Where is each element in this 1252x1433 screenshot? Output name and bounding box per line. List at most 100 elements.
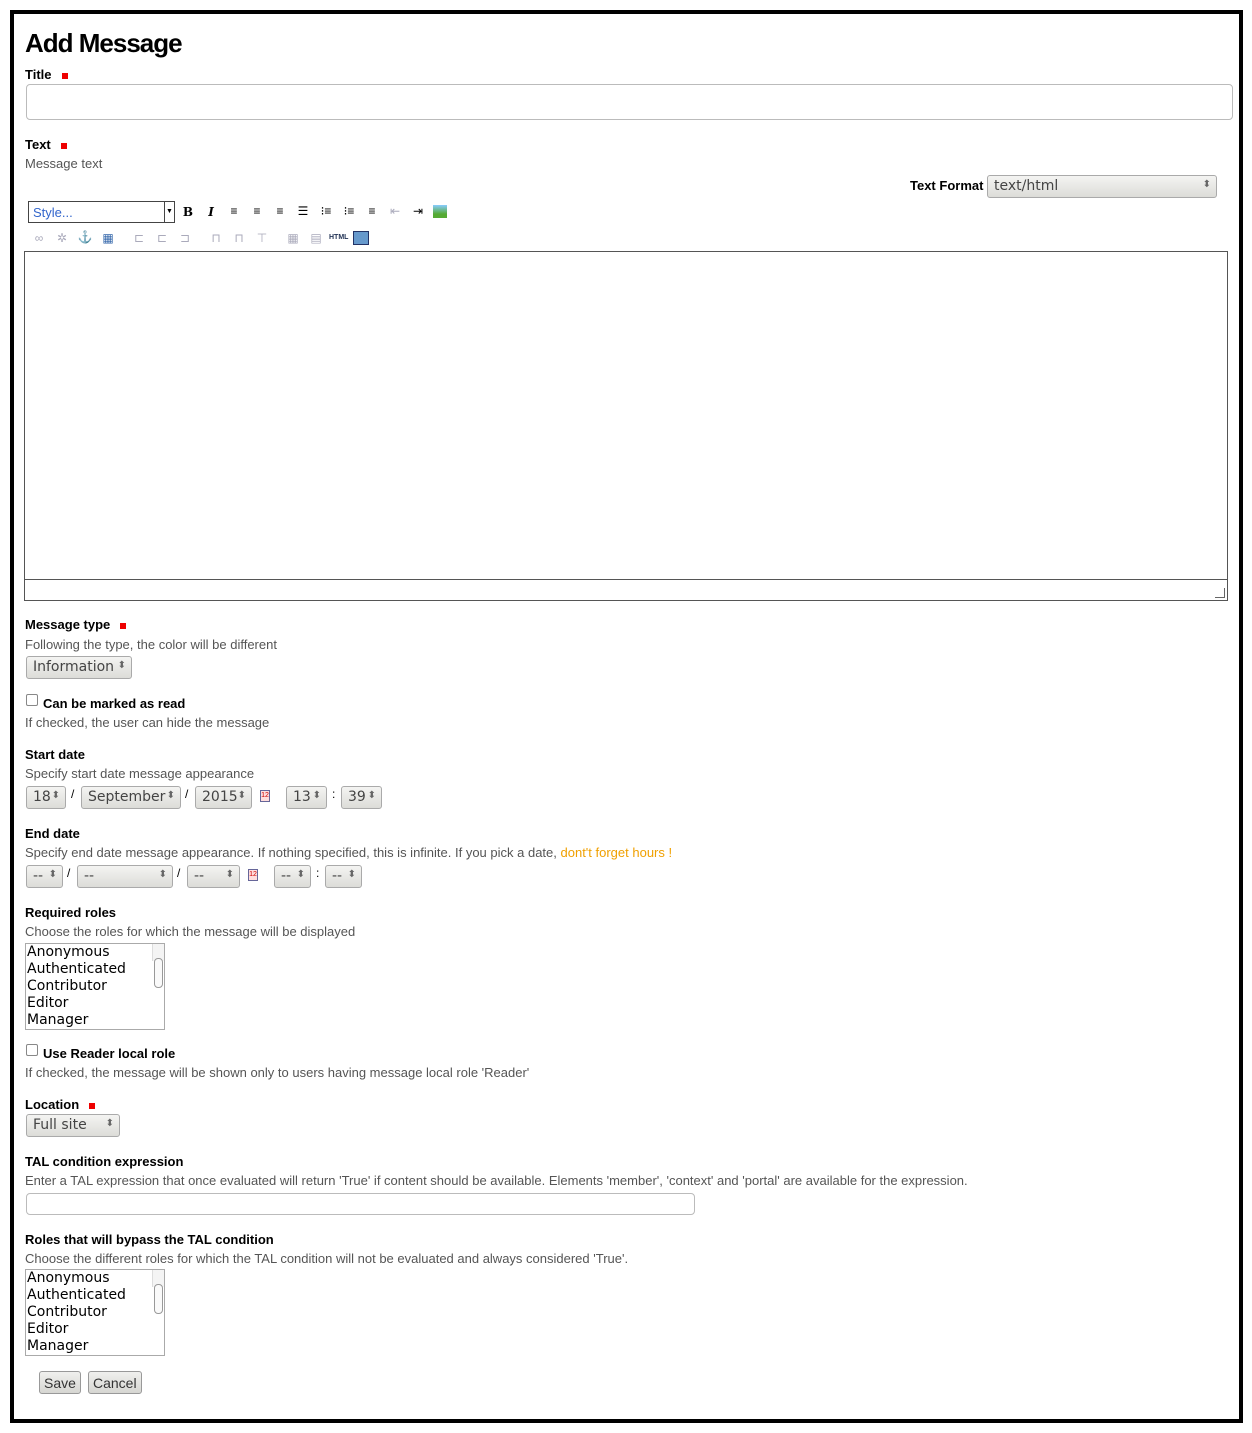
page-title: Add Message [25, 28, 183, 58]
list-item[interactable]: Editor [26, 995, 164, 1012]
insert-image-icon[interactable] [433, 205, 447, 218]
end-date-help: Specify end date message appearance. If … [25, 845, 673, 860]
end-month-value: -- [84, 868, 95, 884]
chevron-down-icon: ▼ [164, 202, 174, 222]
date-separator: / [67, 866, 71, 880]
outdent-icon[interactable]: ⇤ [386, 204, 404, 218]
bypass-help: Choose the different roles for which the… [25, 1251, 629, 1266]
style-select[interactable]: Style... ▼ [28, 201, 175, 223]
list-item[interactable]: Authenticated [26, 1287, 164, 1304]
fullscreen-icon[interactable] [353, 231, 369, 245]
link-icon[interactable]: ∞ [30, 231, 48, 245]
end-hour-select[interactable]: -- [274, 865, 311, 888]
end-minute-value: -- [332, 868, 343, 884]
date-separator: / [71, 787, 75, 801]
col-before-icon[interactable]: ⊓ [207, 231, 225, 245]
indent-icon[interactable]: ⇥ [409, 204, 427, 218]
time-separator: : [332, 787, 336, 801]
list-item[interactable]: Contributor [26, 978, 164, 995]
required-roles-list[interactable]: Anonymous Authenticated Contributor Edit… [25, 943, 165, 1030]
use-reader-checkbox[interactable] [26, 1044, 38, 1056]
start-month-select[interactable]: September [81, 786, 181, 809]
bypass-roles-list[interactable]: Anonymous Authenticated Contributor Edit… [25, 1269, 165, 1356]
resize-handle-icon[interactable] [1215, 588, 1225, 598]
start-year-select[interactable]: 2015 [195, 786, 252, 809]
delete-col-icon[interactable]: ⊤ [253, 231, 271, 245]
insert-table-icon[interactable]: ▦ [99, 231, 117, 245]
list-item[interactable]: Editor [26, 1321, 164, 1338]
required-icon [61, 72, 68, 79]
col-after-icon[interactable]: ⊓ [230, 231, 248, 245]
start-day-select[interactable]: 18 [26, 786, 66, 809]
end-hour-value: -- [281, 868, 292, 884]
definition-list-icon[interactable]: ≡ [363, 204, 381, 218]
end-year-select[interactable]: -- [187, 865, 240, 888]
list-item[interactable]: Manager [26, 1338, 164, 1355]
date-separator: / [185, 787, 189, 801]
editor-statusbar [25, 579, 1227, 580]
message-type-select[interactable]: Information [26, 656, 132, 679]
end-year-value: -- [194, 868, 205, 884]
html-source-icon[interactable]: HTML [329, 234, 348, 241]
list-item[interactable]: Anonymous [26, 1270, 164, 1287]
end-day-select[interactable]: -- [26, 865, 63, 888]
list-item[interactable]: Anonymous [26, 944, 164, 961]
title-input[interactable] [26, 84, 1233, 120]
required-roles-label: Required roles [25, 905, 117, 920]
end-month-select[interactable]: -- [77, 865, 173, 888]
calendar-icon[interactable]: 12 [248, 869, 258, 881]
start-date-label: Start date [25, 747, 85, 762]
numbered-list-icon[interactable]: ⁝≡ [340, 204, 358, 218]
text-editor-area[interactable] [24, 251, 1228, 601]
required-icon [60, 142, 67, 149]
save-button[interactable]: Save [39, 1371, 81, 1394]
message-type-label: Message type [25, 617, 127, 632]
text-format-value: text/html [994, 178, 1059, 194]
end-date-warning: dont't forget hours ! [560, 845, 673, 860]
align-left-icon[interactable]: ≡ [225, 204, 243, 218]
italic-icon[interactable]: I [202, 205, 220, 219]
bullet-list-icon[interactable]: ⁝≡ [317, 204, 335, 218]
scrollbar[interactable] [152, 944, 164, 988]
start-year-value: 2015 [202, 789, 238, 805]
start-date-help: Specify start date message appearance [25, 766, 255, 781]
list-item[interactable]: Authenticated [26, 961, 164, 978]
tal-help: Enter a TAL expression that once evaluat… [25, 1173, 968, 1188]
list-item[interactable]: Manager [26, 1012, 164, 1029]
justify-icon[interactable]: ☰ [294, 204, 312, 218]
location-value: Full site [33, 1117, 87, 1133]
align-center-icon[interactable]: ≡ [248, 204, 266, 218]
row-after-icon[interactable]: ⊏ [153, 231, 171, 245]
end-day-value: -- [33, 868, 44, 884]
tal-label: TAL condition expression [25, 1154, 184, 1169]
can-be-read-checkbox[interactable] [26, 694, 38, 706]
text-label: Text [25, 137, 67, 152]
align-right-icon[interactable]: ≡ [271, 204, 289, 218]
scrollbar[interactable] [152, 1270, 164, 1314]
start-minute-select[interactable]: 39 [341, 786, 382, 809]
use-reader-label: Use Reader local role [43, 1046, 176, 1061]
location-label: Location [25, 1097, 96, 1112]
location-select[interactable]: Full site [26, 1114, 120, 1137]
delete-row-icon[interactable]: ⊐ [176, 231, 194, 245]
cancel-button[interactable]: Cancel [88, 1371, 142, 1394]
calendar-icon[interactable]: 12 [260, 790, 270, 802]
row-before-icon[interactable]: ⊏ [130, 231, 148, 245]
bold-icon[interactable]: B [179, 205, 197, 219]
unlink-icon[interactable]: ✲ [53, 231, 71, 245]
text-format-select[interactable]: text/html [987, 175, 1217, 198]
bypass-label: Roles that will bypass the TAL condition [25, 1232, 274, 1247]
list-item[interactable]: Contributor [26, 1304, 164, 1321]
text-format-label: Text Format [910, 178, 984, 193]
end-minute-select[interactable]: -- [325, 865, 362, 888]
message-type-help: Following the type, the color will be di… [25, 637, 277, 652]
table-props-icon[interactable]: ▦ [284, 231, 302, 245]
end-date-label: End date [25, 826, 80, 841]
start-day-value: 18 [33, 789, 51, 805]
tal-input[interactable] [26, 1193, 695, 1215]
start-hour-value: 13 [293, 789, 311, 805]
cell-props-icon[interactable]: ▤ [307, 231, 325, 245]
required-roles-help: Choose the roles for which the message w… [25, 924, 356, 939]
anchor-icon[interactable]: ⚓ [76, 230, 94, 244]
start-hour-select[interactable]: 13 [286, 786, 327, 809]
